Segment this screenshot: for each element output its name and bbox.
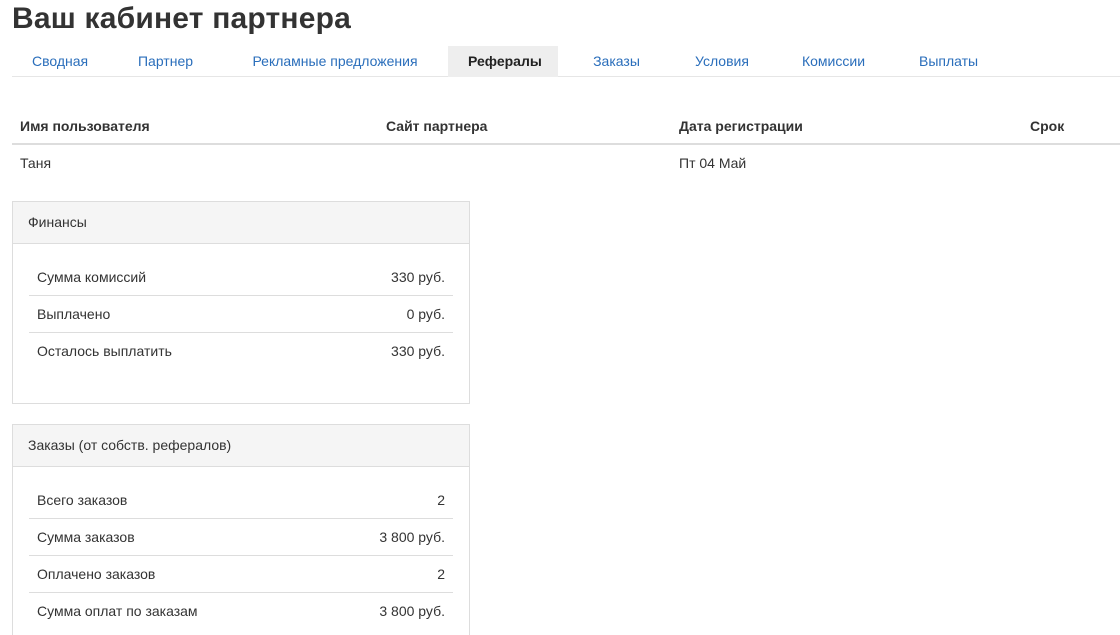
tab-payouts[interactable]: Выплаты	[899, 46, 996, 77]
cell-username: Таня	[20, 155, 52, 171]
tab-promo-offers[interactable]: Рекламные предложения	[222, 46, 448, 77]
tab-orders[interactable]: Заказы	[558, 46, 675, 77]
orders-row-total-orders: Всего заказов 2	[29, 481, 453, 518]
tab-referrals[interactable]: Рефералы	[448, 46, 558, 77]
column-registration-date: Дата регистрации	[671, 108, 1022, 145]
row-value: 330 руб.	[391, 343, 445, 359]
column-term: Срок	[1022, 108, 1120, 145]
row-label: Сумма оплат по заказам	[37, 603, 198, 619]
partner-cabinet-page: Ваш кабинет партнера Сводная Партнер Рек…	[0, 0, 1120, 635]
row-label: Сумма комиссий	[37, 268, 147, 285]
orders-panel-body: Всего заказов 2 Сумма заказов 3 800 руб.…	[13, 467, 469, 629]
row-label: Сумма заказов	[37, 529, 135, 545]
finance-panel-heading: Финансы	[13, 202, 469, 244]
row-value: 2	[437, 491, 445, 508]
cell-term	[1022, 144, 1120, 181]
cell-partner-site	[378, 144, 671, 181]
tab-commissions[interactable]: Комиссии	[768, 46, 899, 77]
row-label: Осталось выплатить	[37, 343, 172, 359]
referrals-table: Имя пользователя Сайт партнера Дата реги…	[12, 108, 1120, 181]
table-row: Таня Пт 04 Май	[12, 144, 1120, 181]
page-title: Ваш кабинет партнера	[12, 2, 352, 35]
row-value: 3 800 руб.	[379, 529, 445, 545]
orders-row-orders-sum: Сумма заказов 3 800 руб.	[29, 518, 453, 555]
tab-conditions[interactable]: Условия	[675, 46, 768, 77]
row-label: Оплачено заказов	[37, 566, 156, 582]
orders-row-paid-orders: Оплачено заказов 2	[29, 555, 453, 592]
row-value: 2	[437, 566, 445, 582]
row-label: Всего заказов	[37, 491, 128, 508]
partner-tabs: Сводная Партнер Рекламные предложения Ре…	[12, 46, 1120, 77]
orders-panel-heading: Заказы (от собств. рефералов)	[13, 425, 469, 467]
row-value: 3 800 руб.	[379, 603, 445, 619]
table-header-row: Имя пользователя Сайт партнера Дата реги…	[12, 108, 1120, 145]
tab-summary[interactable]: Сводная	[12, 46, 109, 77]
row-value: 0 руб.	[406, 306, 445, 322]
orders-row-payments-sum: Сумма оплат по заказам 3 800 руб.	[29, 592, 453, 629]
row-label: Выплачено	[37, 306, 111, 322]
row-value: 330 руб.	[391, 268, 445, 285]
finance-row-remaining: Осталось выплатить 330 руб.	[29, 332, 453, 369]
finance-row-paid: Выплачено 0 руб.	[29, 295, 453, 332]
cell-registration-date: Пт 04 Май	[679, 155, 747, 171]
column-username: Имя пользователя	[12, 108, 378, 145]
tab-partner[interactable]: Партнер	[109, 46, 222, 77]
finance-panel-body: Сумма комиссий 330 руб. Выплачено 0 руб.…	[13, 244, 469, 369]
finance-panel: Финансы Сумма комиссий 330 руб. Выплачен…	[12, 201, 470, 404]
column-partner-site: Сайт партнера	[378, 108, 671, 145]
finance-row-commission-total: Сумма комиссий 330 руб.	[29, 258, 453, 295]
orders-panel: Заказы (от собств. рефералов) Всего зака…	[12, 424, 470, 635]
